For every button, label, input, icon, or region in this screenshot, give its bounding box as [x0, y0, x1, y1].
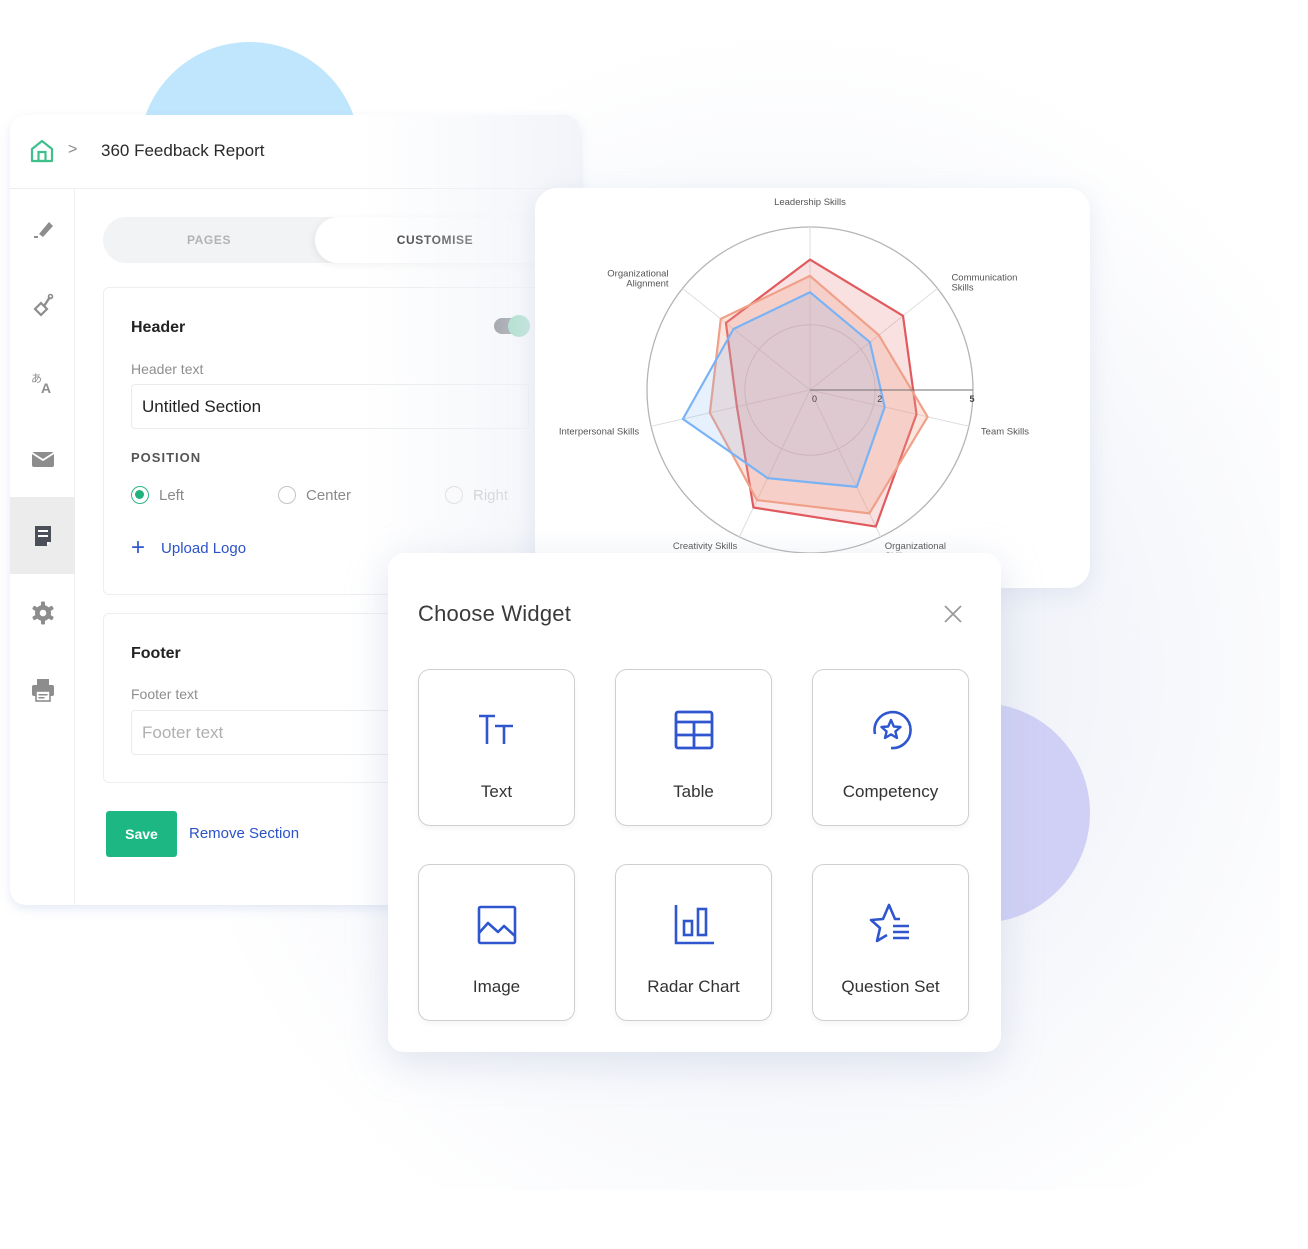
save-button[interactable]: Save — [106, 811, 177, 857]
widget-label: Question Set — [841, 977, 940, 996]
breadcrumb-title: 360 Feedback Report — [101, 141, 265, 160]
sidebar-item-edit[interactable] — [10, 189, 75, 266]
sidebar-item-translate[interactable]: あA — [10, 343, 75, 420]
radar-tick-label: 2 — [877, 394, 882, 404]
widget-label: Competency — [842, 782, 939, 801]
header-section-title: Header — [131, 319, 186, 336]
radar-axis-label-line: Alignment — [626, 278, 669, 289]
breadcrumb-separator: > — [68, 141, 78, 158]
radar-axis-label-line: Leadership Skills — [774, 197, 846, 208]
radio-label: Left — [159, 486, 185, 504]
radar-axis-label: Creativity Skills — [673, 541, 738, 552]
radar-axis-label: Interpersonal Skills — [559, 426, 640, 437]
star-list-icon — [869, 903, 909, 943]
header-text-input[interactable] — [131, 384, 529, 429]
plus-icon: + — [131, 534, 146, 561]
choose-widget-dialog: Choose Widget Text Table Competency Imag… — [388, 553, 1001, 1052]
tab-bar: PAGES CUSTOMISE — [103, 217, 573, 263]
sidebar-item-report[interactable] — [10, 497, 75, 574]
printer-icon — [31, 678, 54, 702]
position-label: POSITION — [131, 450, 202, 465]
widget-label: Radar Chart — [647, 977, 740, 996]
position-radio-left[interactable]: Left — [131, 486, 184, 504]
header-section-card: Header Header text POSITION Left Center … — [103, 287, 563, 595]
dialog-title: Choose Widget — [418, 601, 572, 626]
widget-competency[interactable]: Competency — [812, 669, 969, 826]
radio-circle — [278, 486, 296, 504]
envelope-icon — [31, 451, 54, 467]
radar-axis-label: Team Skills — [981, 426, 1029, 437]
paint-brush-icon — [32, 293, 53, 317]
sidebar-item-print[interactable] — [10, 651, 75, 728]
radio-circle — [445, 486, 463, 504]
radio-label: Right — [473, 486, 509, 504]
bar-chart-icon — [674, 905, 714, 945]
widget-question-set[interactable]: Question Set — [812, 864, 969, 1021]
upload-logo-label: Upload Logo — [161, 539, 247, 557]
radar-axis-label: Communication Skills — [951, 272, 1017, 293]
position-radio-right[interactable]: Right — [445, 486, 508, 504]
header-enabled-toggle[interactable] — [494, 315, 532, 337]
radio-label: Center — [306, 486, 352, 504]
radar-axis-label-line: Interpersonal Skills — [559, 426, 640, 437]
upload-logo-button[interactable]: + Upload Logo — [131, 536, 246, 560]
widget-label: Table — [673, 782, 714, 801]
radar-axis-label-line: Skills — [951, 282, 973, 293]
gear-icon — [31, 601, 54, 624]
competency-star-icon — [872, 710, 912, 750]
widget-image[interactable]: Image — [418, 864, 575, 1021]
radar-chart: 0 2 5 Leadership Skills Communication Skills T… — [559, 197, 1029, 562]
remove-section-link[interactable]: Remove Section — [189, 825, 299, 842]
widget-radar-chart[interactable]: Radar Chart — [615, 864, 772, 1021]
widget-text[interactable]: Text — [418, 669, 575, 826]
radar-chart-card: 0 2 5 Leadership Skills Communication Skills T… — [535, 188, 1090, 588]
sidebar-item-email[interactable] — [10, 420, 75, 497]
widget-label: Image — [472, 977, 521, 996]
table-icon — [674, 710, 713, 750]
footer-section-title: Footer — [131, 645, 181, 662]
widget-label: Text — [480, 782, 513, 801]
toggle-knob — [508, 315, 530, 337]
sidebar: あA — [10, 189, 75, 905]
breadcrumb: > 360 Feedback Report — [10, 115, 580, 189]
widget-table[interactable]: Table — [615, 669, 772, 826]
document-icon — [34, 525, 51, 546]
tab-pages[interactable]: PAGES — [103, 217, 315, 263]
position-radio-center[interactable]: Center — [278, 486, 351, 504]
image-icon — [477, 905, 516, 945]
radar-axis-label-line: Creativity Skills — [673, 541, 738, 552]
sidebar-item-theme[interactable] — [10, 266, 75, 343]
radar-axis-label: Organizational Alignment — [607, 268, 669, 289]
tab-customise[interactable]: CUSTOMISE — [315, 217, 555, 263]
sidebar-item-settings[interactable] — [10, 574, 75, 651]
translate-icon: あA — [31, 372, 51, 396]
footer-text-label: Footer text — [131, 686, 198, 702]
radar-axis-label: Leadership Skills — [774, 197, 846, 208]
radar-tick-label: 5 — [969, 394, 974, 404]
pencil-icon — [33, 221, 53, 238]
radar-tick-label: 0 — [812, 394, 817, 404]
close-icon[interactable] — [941, 602, 965, 626]
radio-circle — [131, 486, 149, 504]
text-icon — [478, 714, 513, 744]
home-icon[interactable] — [29, 138, 55, 164]
radar-axis-label-line: Team Skills — [981, 426, 1029, 437]
svg-text:A: A — [41, 380, 51, 396]
header-text-label: Header text — [131, 361, 204, 377]
